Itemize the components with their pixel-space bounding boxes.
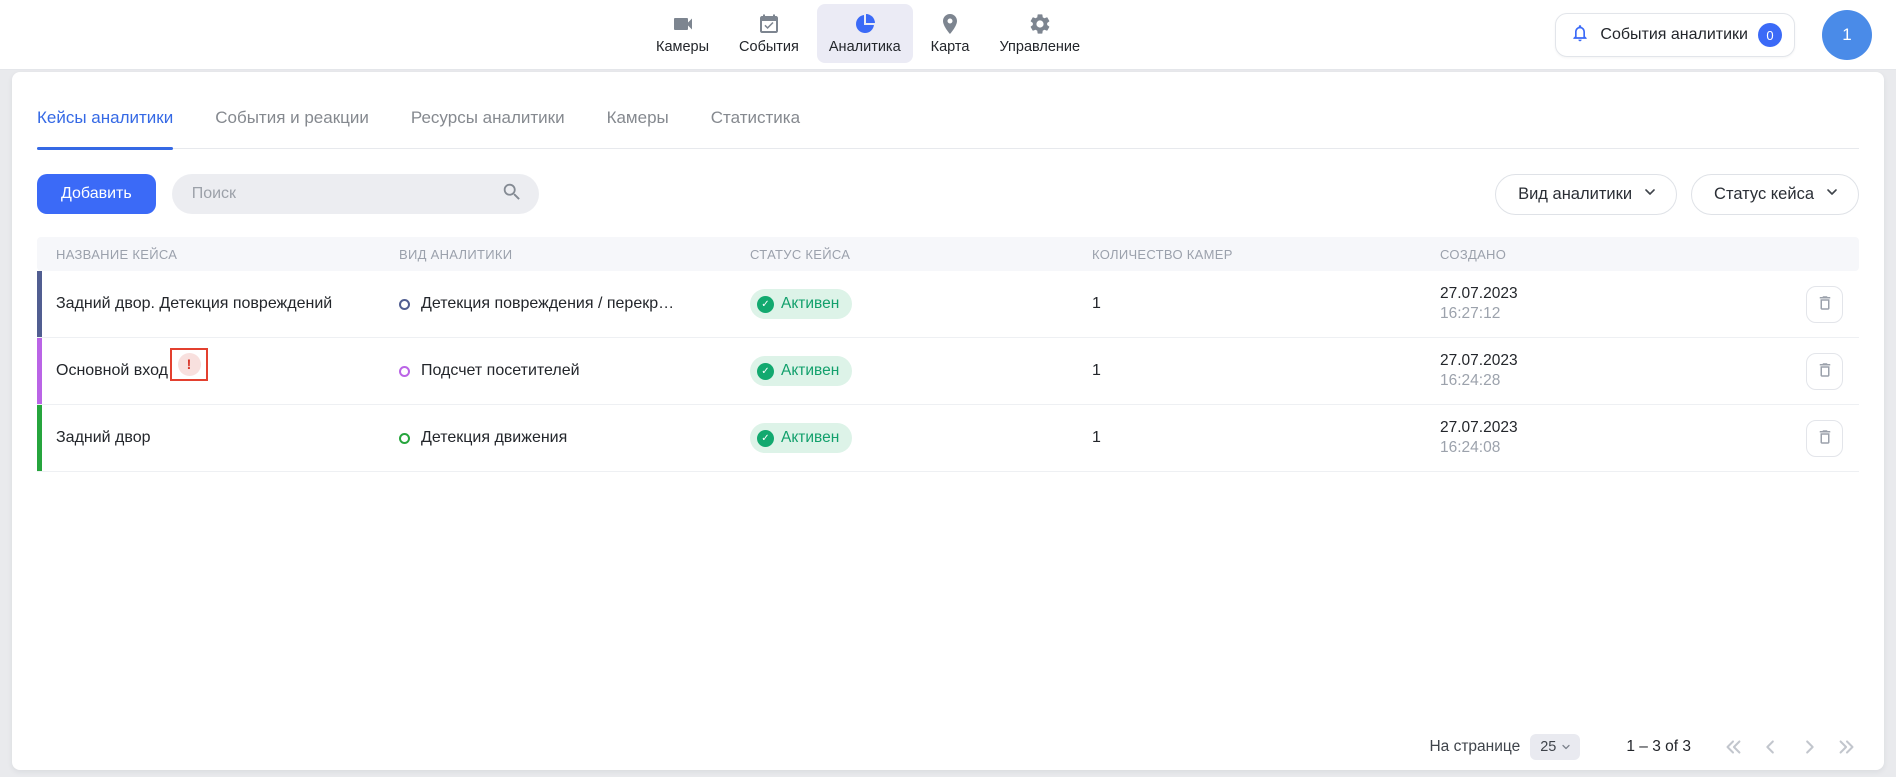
row-accent-bar xyxy=(37,338,42,404)
prev-page-button[interactable] xyxy=(1759,735,1783,759)
main-nav: Камеры События Аналитика Карта Управлени… xyxy=(644,4,1092,63)
per-page-select[interactable]: 25 xyxy=(1530,734,1580,760)
created-date: 27.07.2023 xyxy=(1440,351,1780,371)
nav-label: Аналитика xyxy=(829,39,901,55)
status-badge: ✓ Активен xyxy=(750,423,852,453)
created-date: 27.07.2023 xyxy=(1440,418,1780,438)
analytics-type-icon xyxy=(399,366,410,377)
per-page-value: 25 xyxy=(1540,739,1556,755)
trash-icon xyxy=(1816,361,1834,382)
analytics-icon xyxy=(852,11,878,37)
check-icon: ✓ xyxy=(757,363,774,380)
nav-item-events[interactable]: События xyxy=(727,4,811,63)
row-accent-bar xyxy=(37,405,42,471)
tab-analytics-resources[interactable]: Ресурсы аналитики xyxy=(411,108,565,148)
chevron-down-icon xyxy=(1642,184,1658,205)
delete-button[interactable] xyxy=(1806,286,1843,323)
nav-label: Карта xyxy=(931,39,970,55)
delete-button[interactable] xyxy=(1806,353,1843,390)
column-header-created: Создано xyxy=(1440,247,1780,262)
status-badge: ✓ Активен xyxy=(750,356,852,386)
analytics-type: Детекция движения xyxy=(421,429,567,447)
nav-item-analytics[interactable]: Аналитика xyxy=(817,4,913,63)
bell-icon xyxy=(1570,23,1590,48)
settings-icon xyxy=(1027,11,1053,37)
created-date: 27.07.2023 xyxy=(1440,284,1780,304)
analytics-type-icon xyxy=(399,433,410,444)
nav-item-map[interactable]: Карта xyxy=(919,4,982,63)
avatar[interactable]: 1 xyxy=(1822,10,1872,60)
section-tabs: Кейсы аналитики События и реакции Ресурс… xyxy=(37,72,1859,149)
delete-button[interactable] xyxy=(1806,420,1843,457)
camera-count: 1 xyxy=(1092,295,1440,313)
next-page-button[interactable] xyxy=(1797,735,1821,759)
pager-buttons xyxy=(1721,735,1859,759)
notification-count-badge: 0 xyxy=(1758,23,1782,47)
column-header-name: Название кейса xyxy=(37,247,399,262)
nav-label: Камеры xyxy=(656,39,709,55)
events-icon xyxy=(756,11,782,37)
status-text: Активен xyxy=(781,362,839,380)
filter-label: Вид аналитики xyxy=(1518,185,1632,204)
created-time: 16:24:08 xyxy=(1440,438,1780,458)
tab-statistics[interactable]: Статистика xyxy=(711,108,800,148)
status-badge: ✓ Активен xyxy=(750,289,852,319)
check-icon: ✓ xyxy=(757,296,774,313)
table-header: Название кейса Вид аналитики Статус кейс… xyxy=(37,237,1859,271)
nav-label: Управление xyxy=(999,39,1080,55)
last-page-button[interactable] xyxy=(1835,735,1859,759)
case-name: Задний двор. Детекция повреждений xyxy=(56,295,332,313)
analytics-events-button[interactable]: События аналитики 0 xyxy=(1555,13,1795,57)
table-row[interactable]: Задний двор ! Детекция движения ✓ Активе… xyxy=(37,405,1859,472)
chevron-down-icon xyxy=(1824,184,1840,205)
nav-label: События xyxy=(739,39,799,55)
check-icon: ✓ xyxy=(757,430,774,447)
case-name: Задний двор xyxy=(56,429,151,447)
filter-label: Статус кейса xyxy=(1714,185,1814,204)
column-header-cameras: Количество камер xyxy=(1092,247,1440,262)
tab-analytics-cases[interactable]: Кейсы аналитики xyxy=(37,108,173,148)
pagination-range: 1 – 3 of 3 xyxy=(1626,738,1691,756)
app-header: Камеры События Аналитика Карта Управлени… xyxy=(0,0,1896,70)
analytics-type: Детекция повреждения / перекр… xyxy=(421,295,674,313)
camera-count: 1 xyxy=(1092,429,1440,447)
pagination: На странице 25 1 – 3 of 3 xyxy=(1429,732,1859,762)
trash-icon xyxy=(1816,294,1834,315)
status-text: Активен xyxy=(781,429,839,447)
alert-icon: ! xyxy=(178,353,201,376)
tab-cameras[interactable]: Камеры xyxy=(607,108,669,148)
per-page-label: На странице xyxy=(1429,738,1520,756)
nav-item-cameras[interactable]: Камеры xyxy=(644,4,721,63)
camera-icon xyxy=(670,11,696,37)
search-icon xyxy=(501,181,523,208)
chevron-down-icon xyxy=(1560,741,1572,753)
created-time: 16:27:12 xyxy=(1440,304,1780,324)
alert-annotation: ! xyxy=(170,348,208,381)
camera-count: 1 xyxy=(1092,362,1440,380)
created-time: 16:24:28 xyxy=(1440,371,1780,391)
trash-icon xyxy=(1816,428,1834,449)
filter-case-status[interactable]: Статус кейса xyxy=(1691,174,1859,215)
analytics-type-icon xyxy=(399,299,410,310)
search-box[interactable] xyxy=(172,174,539,214)
tab-events-reactions[interactable]: События и реакции xyxy=(215,108,369,148)
toolbar: Добавить Вид аналитики Статус кейса xyxy=(37,174,1859,214)
filter-analytics-type[interactable]: Вид аналитики xyxy=(1495,174,1677,215)
column-header-type: Вид аналитики xyxy=(399,247,750,262)
table-row[interactable]: Задний двор. Детекция повреждений ! Дете… xyxy=(37,271,1859,338)
status-text: Активен xyxy=(781,295,839,313)
first-page-button[interactable] xyxy=(1721,735,1745,759)
row-accent-bar xyxy=(37,271,42,337)
table-row[interactable]: Основной вход ! Подсчет посетителей ✓ Ак… xyxy=(37,338,1859,405)
analytics-type: Подсчет посетителей xyxy=(421,362,580,380)
map-icon xyxy=(937,11,963,37)
add-button[interactable]: Добавить xyxy=(37,174,156,214)
case-name: Основной вход xyxy=(56,362,168,380)
search-input[interactable] xyxy=(192,185,501,203)
nav-item-management[interactable]: Управление xyxy=(987,4,1092,63)
column-header-status: Статус кейса xyxy=(750,247,1092,262)
cases-table: Название кейса Вид аналитики Статус кейс… xyxy=(37,237,1859,472)
analytics-events-label: События аналитики xyxy=(1600,26,1748,44)
content-panel: Кейсы аналитики События и реакции Ресурс… xyxy=(12,72,1884,770)
